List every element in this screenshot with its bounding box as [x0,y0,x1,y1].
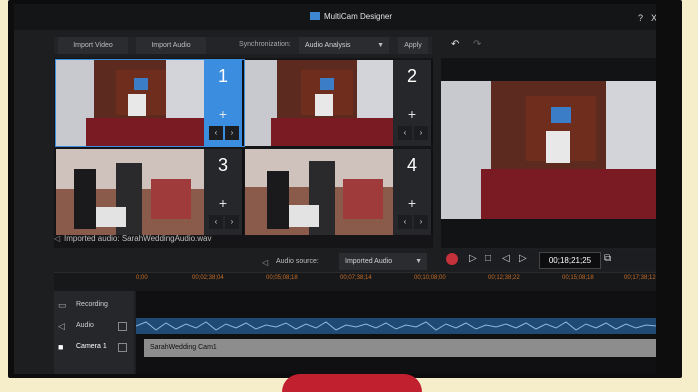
app-logo-icon [310,12,320,20]
camera-nav: ‹ › [398,126,430,140]
ruler-tick: 00;15;08;18 [562,275,594,281]
camera-tile-2[interactable]: 2 + ‹ › [245,60,433,146]
monitor-stand [282,374,422,392]
speaker-icon: ◁ [58,321,65,331]
ruler-tick: 00;05;08;18 [266,275,298,281]
chevron-right-icon[interactable]: › [414,126,428,140]
camera-4-thumbnail [245,149,393,235]
timecode-display: 00;18;21;25 [539,252,601,269]
sync-label: Synchronization: [239,41,291,48]
ruler-tick: 00;02;38;04 [192,275,224,281]
close-button[interactable]: X [651,13,656,23]
chevron-left-icon[interactable]: ‹ [209,215,223,229]
track-label-recording: Recording [76,301,108,308]
app-window: MultiCam Designer ? X Import Video Impor… [14,4,656,374]
chevron-right-icon[interactable]: › [225,126,239,140]
camera-3-sidebar: 3 + ‹ › [204,149,242,235]
ruler-tick: 00;07;38;14 [340,275,372,281]
step-back-icon[interactable]: ◁ [502,253,510,264]
ruler-tick: 00;10;08;00 [414,275,446,281]
camera-number: 2 [406,66,417,86]
chevron-left-icon[interactable]: ‹ [209,126,223,140]
stop-icon[interactable]: □ [485,253,491,264]
audio-waveform[interactable] [136,318,656,334]
track-label-audio: Audio [76,322,94,329]
camera-nav: ‹ › [209,215,241,229]
add-icon[interactable]: + [204,106,242,122]
camera-3-thumbnail [56,149,204,235]
camera-2-sidebar: 2 + ‹ › [393,60,431,146]
add-icon[interactable]: + [204,195,242,211]
chevron-right-icon[interactable]: › [225,215,239,229]
chevron-left-icon[interactable]: ‹ [398,215,412,229]
ruler-tick: 0;00 [136,275,148,281]
play-icon[interactable]: ▷ [469,253,477,264]
camera-clip[interactable]: SarahWedding Cam1 [144,339,656,357]
camera-number: 1 [217,66,228,86]
redo-icon[interactable]: ↷ [473,39,481,50]
camera-1-sidebar: 1 + ‹ › [204,60,242,146]
audio-source-select[interactable]: Imported Audio ▼ [339,253,427,270]
preview-panel [441,58,656,248]
camera-nav: ‹ › [398,215,430,229]
audio-source-value: Imported Audio [345,258,393,265]
chevron-right-icon[interactable]: › [414,215,428,229]
snapshot-icon[interactable]: ⧉ [604,253,611,264]
record-button[interactable] [446,253,458,265]
add-icon[interactable]: + [393,106,431,122]
speaker-icon: ◁ [262,258,269,267]
add-icon[interactable]: + [393,195,431,211]
track-lock-icon[interactable] [118,322,127,331]
camera-2-thumbnail [245,60,393,146]
preview-video [441,81,656,219]
step-forward-icon[interactable]: ▷ [519,253,527,264]
chevron-down-icon: ▼ [377,42,384,49]
sync-value: Audio Analysis [305,42,351,49]
track-label-camera1: Camera 1 [76,343,107,350]
import-video-button[interactable]: Import Video [58,37,128,54]
camera-grid: 1 + ‹ › 2 + ‹ › 3 + ‹ › 4 + ‹ › [54,58,433,248]
ruler-tick: 00;12;38;22 [488,275,520,281]
camera-4-sidebar: 4 + ‹ › [393,149,431,235]
track-lock-icon[interactable] [118,343,127,352]
ruler-tick: 00;17;38;12 [624,275,656,281]
camera-number: 3 [217,155,228,175]
imported-audio-label: Imported audio: SarahWeddingAudio.wav [64,234,212,243]
chevron-down-icon: ▼ [415,258,422,265]
window-title: MultiCam Designer [324,12,393,21]
apply-button[interactable]: Apply [398,37,428,54]
undo-icon[interactable]: ↶ [451,39,459,50]
camera-1-thumbnail [56,60,204,146]
title-bar: MultiCam Designer ? X [14,4,656,30]
camera-icon: ■ [58,342,64,352]
audio-source-label: Audio source: [276,258,319,265]
camera-tile-4[interactable]: 4 + ‹ › [245,149,433,235]
camera-nav: ‹ › [209,126,241,140]
help-button[interactable]: ? [638,13,643,23]
speaker-icon: ◁ [54,234,61,243]
camera-tile-3[interactable]: 3 + ‹ › [56,149,244,235]
camera-number: 4 [406,155,417,175]
chevron-left-icon[interactable]: ‹ [398,126,412,140]
sync-select[interactable]: Audio Analysis ▼ [299,37,389,54]
import-audio-button[interactable]: Import Audio [136,37,206,54]
recording-icon: ▭ [58,300,67,310]
camera-tile-1[interactable]: 1 + ‹ › [55,59,245,147]
